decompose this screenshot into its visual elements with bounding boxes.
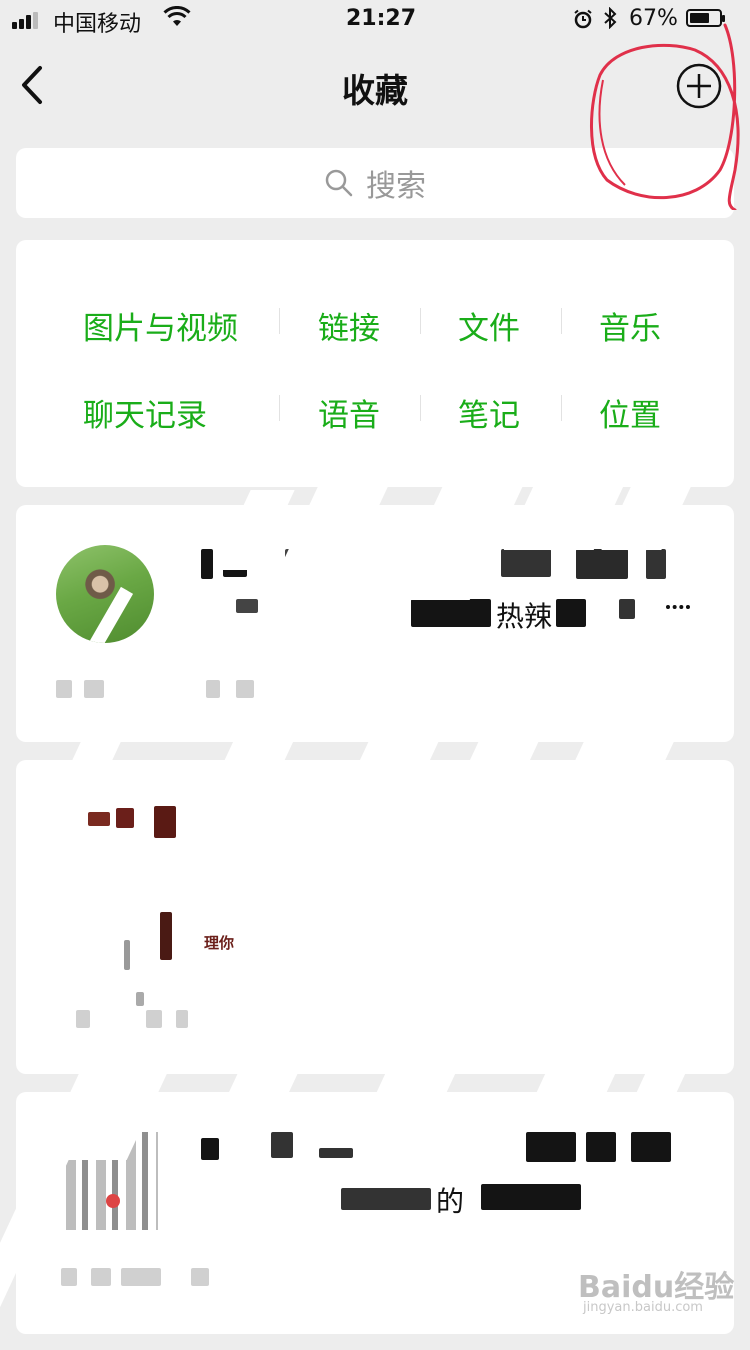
battery-icon xyxy=(686,9,725,27)
status-bar: 中国移动 21:27 67% xyxy=(0,0,750,40)
divider xyxy=(279,308,280,334)
category-notes[interactable]: 笔记 xyxy=(458,390,520,435)
page-title: 收藏 xyxy=(342,71,408,110)
bluetooth-icon xyxy=(603,6,617,34)
divider xyxy=(561,395,562,421)
category-music[interactable]: 音乐 xyxy=(599,303,661,348)
plus-circle-icon xyxy=(676,63,722,109)
category-links[interactable]: 链接 xyxy=(318,303,380,348)
search-placeholder: 搜索 xyxy=(366,169,426,204)
item-desc-redacted: 热辣 xyxy=(201,599,701,633)
wifi-icon xyxy=(163,5,191,34)
category-chat-history[interactable]: 聊天记录 xyxy=(83,390,207,435)
item-title-redacted xyxy=(201,1132,681,1164)
divider xyxy=(420,395,421,421)
divider xyxy=(279,395,280,421)
battery-percent: 67% xyxy=(629,6,678,31)
add-favorite-button[interactable] xyxy=(673,60,725,112)
category-files[interactable]: 文件 xyxy=(458,303,520,348)
divider xyxy=(561,308,562,334)
back-button[interactable] xyxy=(14,60,54,110)
category-voice[interactable]: 语音 xyxy=(318,390,380,435)
category-location[interactable]: 位置 xyxy=(599,390,661,435)
chevron-left-icon xyxy=(22,66,42,104)
alarm-icon xyxy=(573,9,593,35)
watermark-url: jingyan.baidu.com xyxy=(583,1300,703,1315)
item-thumbnail xyxy=(76,800,186,1006)
item-fragment: 理你 xyxy=(204,934,235,952)
item-desc-redacted: 的 xyxy=(201,1184,681,1218)
search-bar[interactable]: 搜索 xyxy=(16,148,734,218)
item-meta-redacted xyxy=(61,1268,241,1286)
item-fragment: 的 xyxy=(436,1185,465,1218)
item-fragment: 热辣 xyxy=(496,600,553,633)
category-photos-videos[interactable]: 图片与视频 xyxy=(83,303,238,348)
clock: 21:27 xyxy=(346,6,417,31)
search-icon xyxy=(325,169,353,197)
carrier-name: 中国移动 xyxy=(53,12,142,37)
category-panel: 图片与视频 链接 文件 音乐 聊天记录 语音 笔记 位置 xyxy=(16,240,734,487)
avatar xyxy=(56,545,154,643)
item-meta-redacted xyxy=(76,1010,196,1028)
item-meta-redacted xyxy=(56,680,276,698)
favorite-item[interactable]: 理你 xyxy=(16,760,734,1074)
divider xyxy=(420,308,421,334)
